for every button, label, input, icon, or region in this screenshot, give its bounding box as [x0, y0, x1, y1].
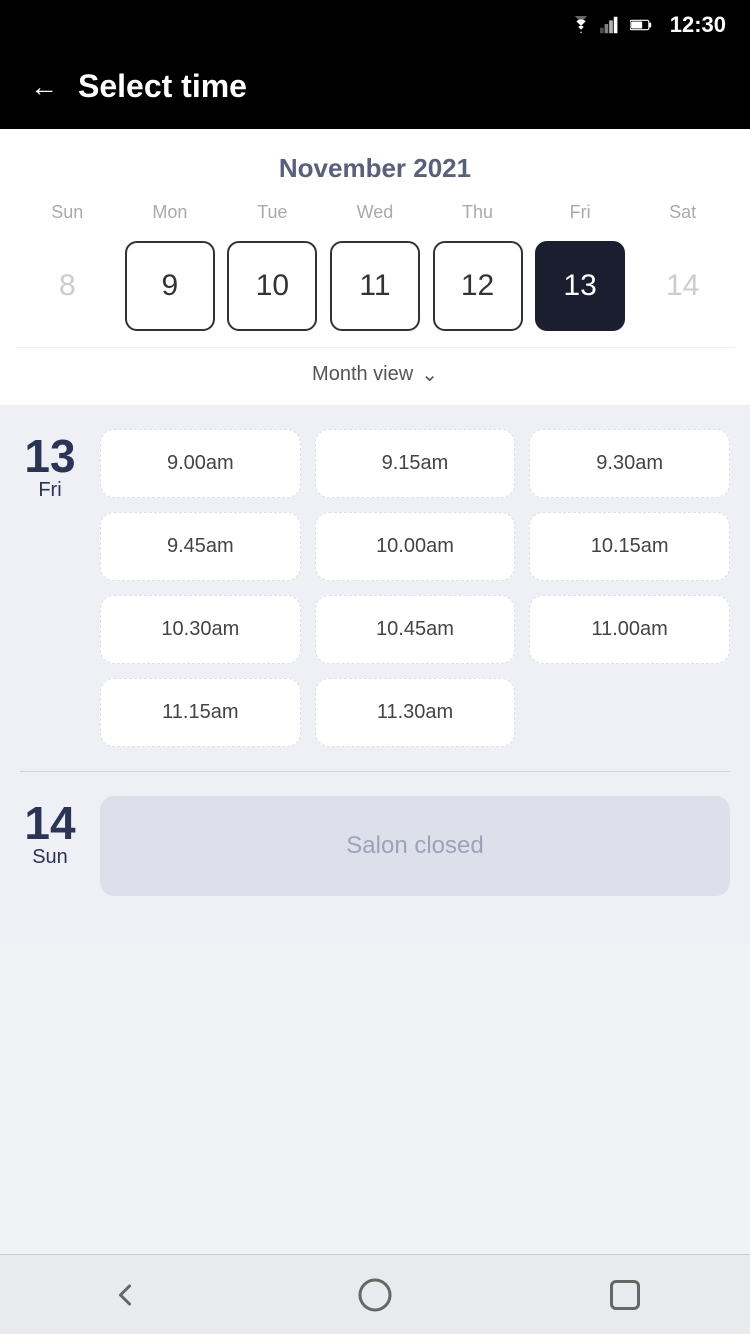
back-nav-button[interactable] [103, 1273, 147, 1317]
status-icons [570, 16, 652, 34]
recent-square-icon [607, 1277, 643, 1313]
weekday-wed: Wed [330, 202, 420, 223]
calendar-section: November 2021 Sun Mon Tue Wed Thu Fri Sa… [0, 129, 750, 405]
slot-11-15am[interactable]: 11.15am [100, 678, 301, 747]
slot-9-30am[interactable]: 9.30am [529, 429, 730, 498]
day-divider [20, 771, 730, 772]
slot-10-45am[interactable]: 10.45am [315, 595, 516, 664]
dates-row: 8 9 10 11 12 13 14 [16, 233, 734, 347]
timeslots-section: 13 Fri 9.00am 9.15am 9.30am 9.45am 10.00… [0, 405, 750, 944]
home-nav-button[interactable] [353, 1273, 397, 1317]
weekdays-row: Sun Mon Tue Wed Thu Fri Sat [16, 202, 734, 223]
day-block-13: 13 Fri 9.00am 9.15am 9.30am 9.45am 10.00… [20, 429, 730, 747]
wifi-icon [570, 16, 592, 34]
home-circle-icon [357, 1277, 393, 1313]
day-name-14: Sun [32, 846, 68, 869]
month-year-title: November 2021 [16, 153, 734, 184]
slot-10-15am[interactable]: 10.15am [529, 512, 730, 581]
day-number-13: 13 [24, 433, 75, 479]
salon-closed-box: Salon closed [100, 796, 730, 896]
weekday-sun: Sun [22, 202, 112, 223]
day-label-13: 13 Fri [20, 429, 80, 747]
date-9[interactable]: 9 [125, 241, 215, 331]
page-title: Select time [78, 68, 247, 105]
slot-9-00am[interactable]: 9.00am [100, 429, 301, 498]
slots-grid-13: 9.00am 9.15am 9.30am 9.45am 10.00am 10.1… [100, 429, 730, 747]
date-13[interactable]: 13 [535, 241, 625, 331]
back-button[interactable]: ← [30, 71, 58, 103]
date-10[interactable]: 10 [227, 241, 317, 331]
month-view-toggle[interactable]: Month view ⌄ [16, 347, 734, 405]
slot-10-00am[interactable]: 10.00am [315, 512, 516, 581]
date-14[interactable]: 14 [638, 241, 728, 331]
day-block-14: 14 Sun Salon closed [20, 796, 730, 896]
status-time: 12:30 [670, 12, 726, 38]
slot-11-00am[interactable]: 11.00am [529, 595, 730, 664]
bottom-navigation [0, 1254, 750, 1334]
back-triangle-icon [107, 1277, 143, 1313]
date-8[interactable]: 8 [22, 241, 112, 331]
battery-icon [630, 16, 652, 34]
signal-icon [600, 16, 622, 34]
slot-9-45am[interactable]: 9.45am [100, 512, 301, 581]
recent-nav-button[interactable] [603, 1273, 647, 1317]
weekday-tue: Tue [227, 202, 317, 223]
month-view-label: Month view [312, 363, 413, 386]
slot-9-15am[interactable]: 9.15am [315, 429, 516, 498]
day-number-14: 14 [24, 800, 75, 846]
weekday-fri: Fri [535, 202, 625, 223]
weekday-sat: Sat [638, 202, 728, 223]
app-header: ← Select time [0, 50, 750, 129]
day-label-14: 14 Sun [20, 796, 80, 869]
weekday-mon: Mon [125, 202, 215, 223]
slot-10-30am[interactable]: 10.30am [100, 595, 301, 664]
chevron-down-icon: ⌄ [421, 362, 438, 387]
status-bar: 12:30 [0, 0, 750, 50]
date-11[interactable]: 11 [330, 241, 420, 331]
date-12[interactable]: 12 [433, 241, 523, 331]
slot-11-30am[interactable]: 11.30am [315, 678, 516, 747]
weekday-thu: Thu [433, 202, 523, 223]
day-name-13: Fri [38, 479, 61, 502]
